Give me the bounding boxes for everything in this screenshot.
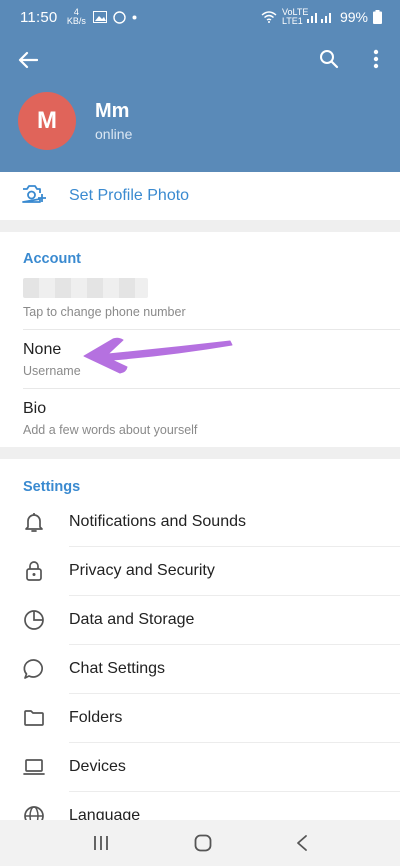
home-icon[interactable]: [193, 833, 213, 853]
settings-item-label: Folders: [69, 709, 123, 726]
settings-item-data-storage[interactable]: Data and Storage: [0, 596, 400, 645]
status-bar: 11:50 4 KB/s VoLTE LTE1 99%: [0, 0, 400, 34]
avatar[interactable]: M: [18, 92, 76, 150]
lock-icon: [26, 561, 42, 581]
status-time: 11:50: [20, 8, 58, 26]
phone-hint: Tap to change phone number: [23, 305, 186, 319]
recents-icon[interactable]: [91, 834, 111, 852]
laptop-icon: [23, 759, 45, 775]
bio-label: Bio: [23, 400, 47, 417]
network-speed: 4 KB/s: [66, 7, 86, 26]
signal-icon: [306, 13, 331, 23]
pie-chart-icon: [24, 610, 44, 630]
camera-add-icon: [22, 185, 46, 203]
network-label: VoLTE LTE1: [281, 7, 309, 26]
section-gap: [0, 220, 400, 232]
settings-item-label: Data and Storage: [69, 611, 195, 628]
more-options-button[interactable]: [358, 41, 394, 77]
bell-icon: [25, 513, 43, 532]
system-nav-bar: [0, 820, 400, 866]
account-section-title: Account: [23, 251, 81, 267]
settings-item-label: Privacy and Security: [69, 562, 215, 579]
search-button[interactable]: [311, 41, 347, 77]
settings-item-privacy[interactable]: Privacy and Security: [0, 547, 400, 596]
set-profile-photo-label: Set Profile Photo: [69, 187, 190, 204]
settings-item-label: Chat Settings: [69, 660, 166, 677]
search-icon: [320, 50, 339, 69]
gallery-icon: [93, 11, 108, 23]
settings-item-label: Devices: [69, 758, 126, 775]
section-gap: [0, 447, 400, 459]
username-row[interactable]: None Username: [0, 330, 400, 388]
battery-icon: [373, 10, 382, 24]
back-button[interactable]: [10, 42, 46, 78]
set-profile-photo-button[interactable]: Set Profile Photo: [0, 172, 400, 220]
username-value: None: [23, 341, 62, 358]
settings-item-label: Notifications and Sounds: [69, 513, 246, 530]
profile-status: online: [95, 126, 133, 142]
dot-icon: [132, 15, 137, 19]
settings-section-title: Settings: [23, 479, 81, 495]
whatsapp-icon: [113, 10, 127, 24]
arrow-left-icon: [18, 51, 38, 69]
nav-back-icon[interactable]: [295, 834, 309, 852]
more-vert-icon: [373, 49, 379, 69]
settings-item-folders[interactable]: Folders: [0, 694, 400, 743]
profile-name: Mm: [95, 100, 130, 122]
bio-hint: Add a few words about yourself: [23, 423, 198, 437]
folder-icon: [24, 710, 44, 726]
profile-header: M Mm online: [0, 34, 400, 172]
username-label: Username: [23, 364, 81, 378]
settings-item-devices[interactable]: Devices: [0, 743, 400, 792]
phone-number-value: [23, 278, 148, 298]
wifi-icon: [261, 11, 277, 23]
battery-percent: 99%: [339, 9, 368, 25]
settings-item-chat[interactable]: Chat Settings: [0, 645, 400, 694]
chat-bubble-icon: [23, 659, 43, 679]
bio-row[interactable]: Bio Add a few words about yourself: [0, 389, 400, 447]
settings-item-notifications[interactable]: Notifications and Sounds: [0, 498, 400, 547]
